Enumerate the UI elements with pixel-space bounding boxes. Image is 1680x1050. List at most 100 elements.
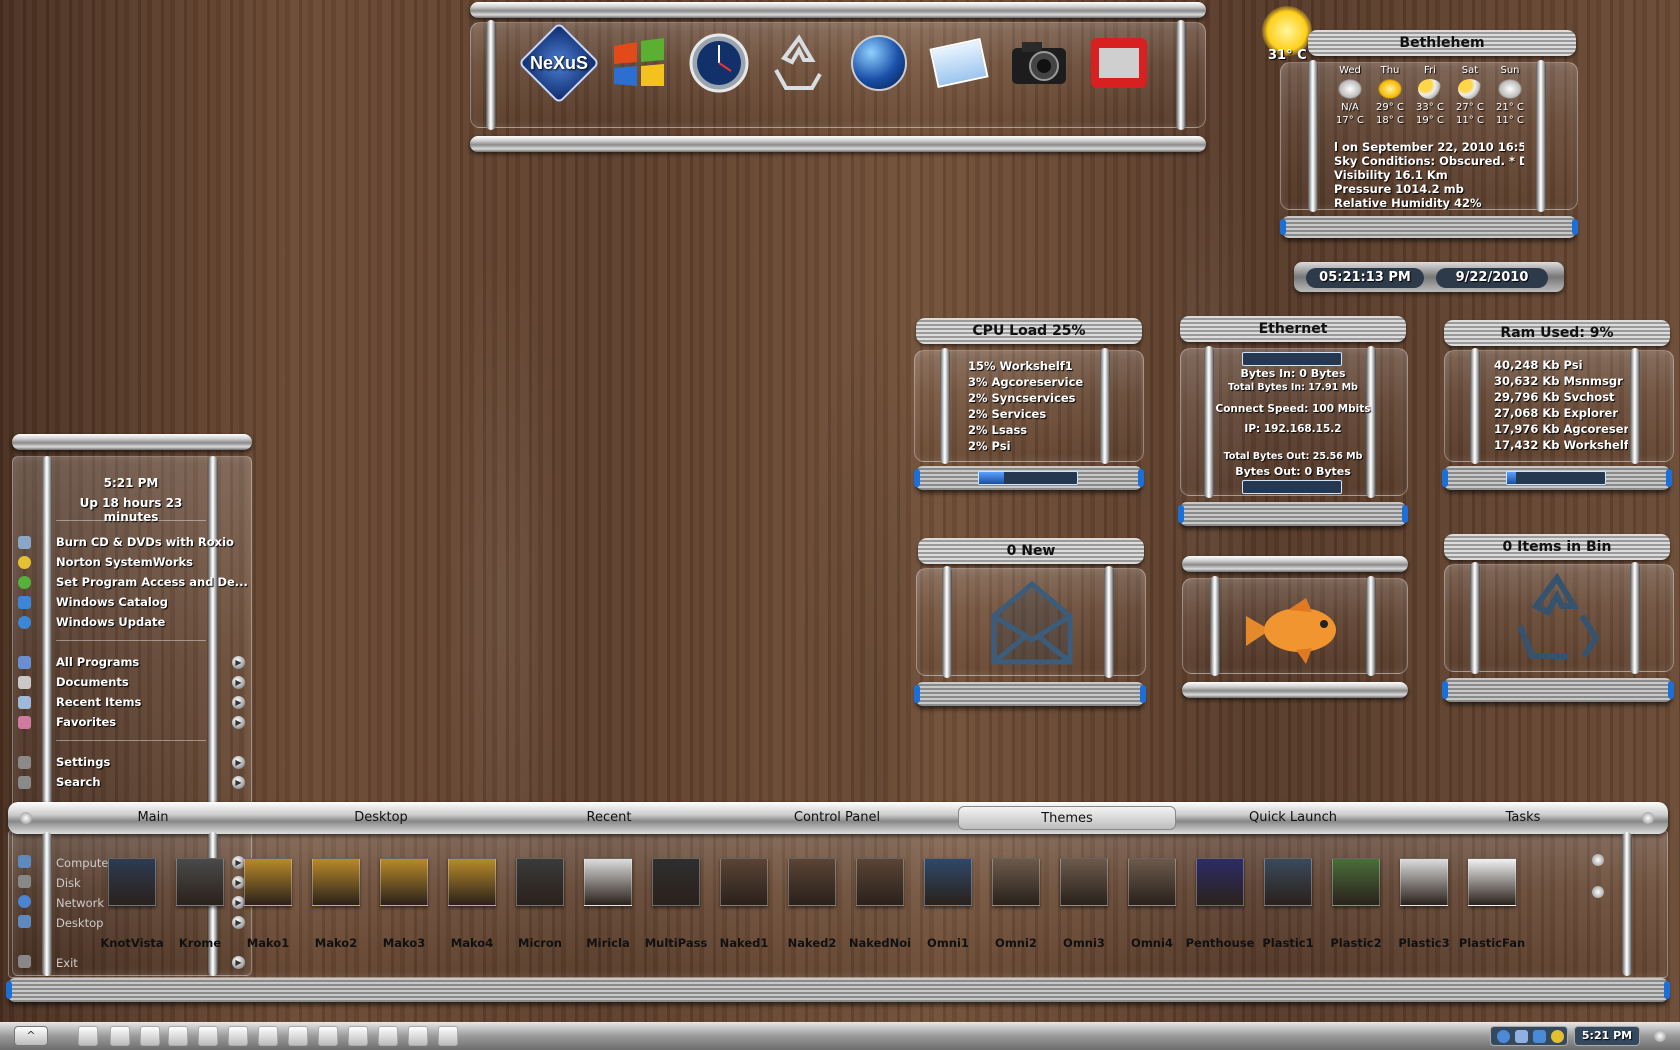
recycle-icon[interactable] xyxy=(766,28,832,98)
theme-thumbnail[interactable] xyxy=(1468,858,1516,906)
quicklaunch-help-icon[interactable] xyxy=(168,1026,188,1046)
chevron-right-icon[interactable]: ▶ xyxy=(232,716,245,729)
quicklaunch-browser-icon[interactable] xyxy=(318,1026,338,1046)
menu-item-search[interactable]: Search xyxy=(56,775,101,789)
quicklaunch-desktop-icon[interactable] xyxy=(78,1026,98,1046)
tab-quick-launch[interactable]: Quick Launch xyxy=(1188,808,1398,828)
theme-thumbnail[interactable] xyxy=(516,858,564,906)
shelf-scroll-left-icon[interactable] xyxy=(20,812,32,824)
shelf-item-disk[interactable]: Disk xyxy=(56,876,81,890)
menu-item-windows-update[interactable]: Windows Update xyxy=(56,615,165,629)
theme-thumbnail[interactable] xyxy=(1060,858,1108,906)
theme-label[interactable]: Mako1 xyxy=(233,936,303,950)
scroll-down-icon[interactable] xyxy=(1592,886,1604,898)
chevron-right-icon[interactable]: ▶ xyxy=(232,676,245,689)
theme-thumbnail[interactable] xyxy=(652,858,700,906)
quicklaunch-player-icon[interactable] xyxy=(228,1026,248,1046)
theme-thumbnail[interactable] xyxy=(1128,858,1176,906)
tab-recent[interactable]: Recent xyxy=(504,808,714,828)
theme-thumbnail[interactable] xyxy=(720,858,768,906)
quicklaunch-paint-icon[interactable] xyxy=(348,1026,368,1046)
theme-thumbnail[interactable] xyxy=(924,858,972,906)
theme-label[interactable]: Penthouse xyxy=(1185,936,1255,950)
shelf-scroll-right-icon[interactable] xyxy=(1642,812,1654,824)
menu-item-documents[interactable]: Documents xyxy=(56,675,129,689)
show-desktop-icon[interactable] xyxy=(1654,1030,1666,1042)
quicklaunch-globe-icon[interactable] xyxy=(408,1026,428,1046)
theme-label[interactable]: Omni3 xyxy=(1049,936,1119,950)
theme-thumbnail[interactable] xyxy=(1264,858,1312,906)
theme-label[interactable]: Mako2 xyxy=(301,936,371,950)
theme-label[interactable]: Omni1 xyxy=(913,936,983,950)
theme-label[interactable]: Plastic1 xyxy=(1253,936,1323,950)
chevron-right-icon[interactable]: ▶ xyxy=(232,756,245,769)
shelf-item-desktop[interactable]: Desktop xyxy=(56,916,103,930)
taskbar-clock[interactable]: 5:21 PM xyxy=(1574,1026,1640,1046)
theme-thumbnail[interactable] xyxy=(448,858,496,906)
theme-thumbnail[interactable] xyxy=(788,858,836,906)
theme-label[interactable]: Miricla xyxy=(573,936,643,950)
theme-label[interactable]: Mako4 xyxy=(437,936,507,950)
theme-thumbnail[interactable] xyxy=(1400,858,1448,906)
tray-security-icon[interactable] xyxy=(1533,1030,1546,1043)
chevron-right-icon[interactable]: ▶ xyxy=(232,656,245,669)
tray-update-icon[interactable] xyxy=(1551,1030,1564,1043)
menu-item-norton[interactable]: Norton SystemWorks xyxy=(56,555,193,569)
chevron-right-icon[interactable]: ▶ xyxy=(232,696,245,709)
theme-thumbnail[interactable] xyxy=(244,858,292,906)
quicklaunch-search-icon[interactable] xyxy=(288,1026,308,1046)
theme-label[interactable]: Plastic2 xyxy=(1321,936,1391,950)
chevron-right-icon[interactable]: ▶ xyxy=(232,956,245,969)
theme-thumbnail[interactable] xyxy=(1332,858,1380,906)
nexus-icon[interactable]: NeXuS xyxy=(517,21,601,105)
tab-tasks[interactable]: Tasks xyxy=(1418,808,1628,828)
theme-label[interactable]: KnotVista xyxy=(97,936,167,950)
etch-a-sketch-icon[interactable] xyxy=(1086,28,1152,98)
theme-thumbnail[interactable] xyxy=(312,858,360,906)
theme-label[interactable]: NakedNoi xyxy=(845,936,915,950)
theme-label[interactable]: Micron xyxy=(505,936,575,950)
quicklaunch-b-icon[interactable] xyxy=(258,1026,278,1046)
quicklaunch-tool-icon[interactable] xyxy=(140,1026,160,1046)
theme-thumbnail[interactable] xyxy=(992,858,1040,906)
scroll-up-icon[interactable] xyxy=(1592,854,1604,866)
menu-item-settings[interactable]: Settings xyxy=(56,755,110,769)
chevron-right-icon[interactable]: ▶ xyxy=(232,776,245,789)
quicklaunch-calc-icon[interactable] xyxy=(378,1026,398,1046)
theme-thumbnail[interactable] xyxy=(380,858,428,906)
quicklaunch-media-icon[interactable] xyxy=(198,1026,218,1046)
menu-item-all-programs[interactable]: All Programs xyxy=(56,655,139,669)
quicklaunch-ie-icon[interactable] xyxy=(110,1026,130,1046)
theme-label[interactable]: MultiPass xyxy=(641,936,711,950)
theme-label[interactable]: Plastic3 xyxy=(1389,936,1459,950)
tab-control-panel[interactable]: Control Panel xyxy=(732,808,942,828)
camera-icon[interactable] xyxy=(1006,28,1072,98)
tab-main[interactable]: Main xyxy=(48,808,258,828)
theme-thumbnail[interactable] xyxy=(1196,858,1244,906)
mail-icon[interactable] xyxy=(926,28,992,98)
menu-item-recent-items[interactable]: Recent Items xyxy=(56,695,141,709)
menu-item-roxio[interactable]: Burn CD & DVDs with Roxio xyxy=(56,535,234,549)
theme-label[interactable]: Mako3 xyxy=(369,936,439,950)
tab-themes[interactable]: Themes xyxy=(958,806,1176,830)
theme-thumbnail[interactable] xyxy=(584,858,632,906)
menu-item-program-access[interactable]: Set Program Access and De... xyxy=(56,575,248,589)
tray-network-icon[interactable] xyxy=(1497,1030,1510,1043)
shelf-item-network[interactable]: Network xyxy=(56,896,104,910)
theme-label[interactable]: Naked2 xyxy=(777,936,847,950)
tray-display-icon[interactable] xyxy=(1515,1030,1528,1043)
chevron-right-icon[interactable]: ▶ xyxy=(232,916,245,929)
shelf-item-computer[interactable]: Computer xyxy=(56,856,113,870)
theme-label[interactable]: PlasticFan xyxy=(1457,936,1527,950)
menu-item-windows-catalog[interactable]: Windows Catalog xyxy=(56,595,168,609)
theme-label[interactable]: Naked1 xyxy=(709,936,779,950)
menu-item-favorites[interactable]: Favorites xyxy=(56,715,116,729)
theme-thumbnail[interactable] xyxy=(108,858,156,906)
globe-icon[interactable] xyxy=(846,28,912,98)
windows-flag-icon[interactable] xyxy=(606,28,672,98)
theme-thumbnail[interactable] xyxy=(856,858,904,906)
shelf-item-exit[interactable]: Exit xyxy=(56,956,78,970)
start-button[interactable]: ^ xyxy=(14,1026,48,1046)
quicklaunch-chrome-icon[interactable] xyxy=(438,1026,458,1046)
clock-icon[interactable] xyxy=(686,28,752,98)
